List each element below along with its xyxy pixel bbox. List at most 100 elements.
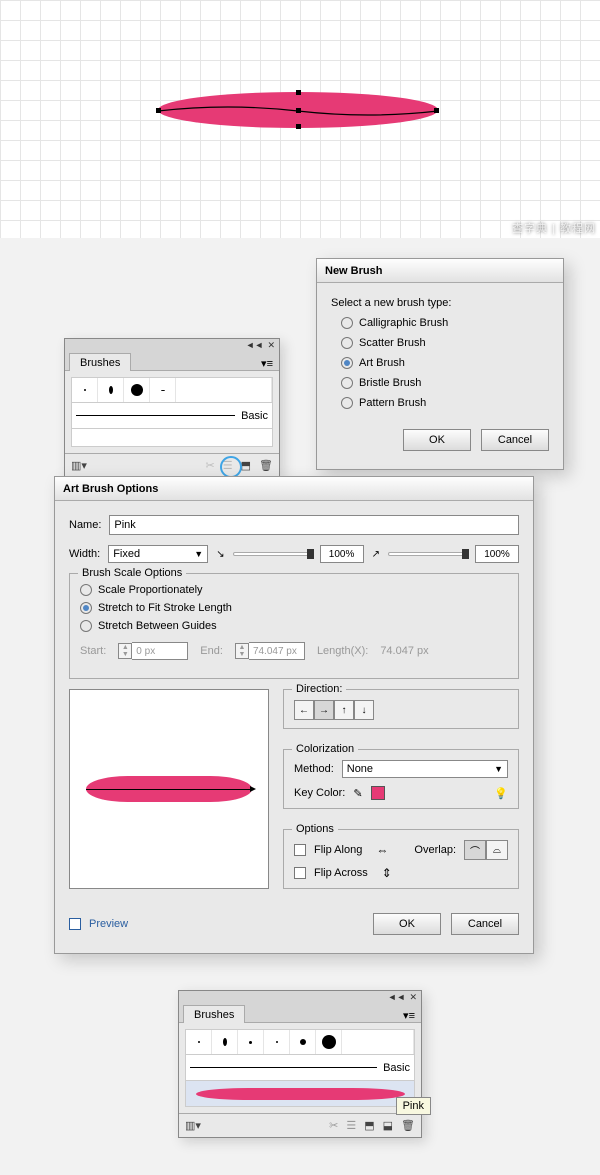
lock-icon-left[interactable]: ↘ (216, 549, 224, 560)
anchor-right[interactable] (434, 108, 439, 113)
dialog-title-text: Art Brush Options (63, 483, 158, 495)
radio-label: Pattern Brush (359, 397, 426, 409)
radio-bristle[interactable]: Bristle Brush (341, 377, 549, 389)
new-brush2-icon[interactable]: ⬓ (383, 1119, 393, 1132)
lightbulb-icon[interactable]: 💡 (494, 787, 508, 800)
close-icon[interactable]: ✕ (409, 992, 417, 1003)
direction-up-button[interactable]: ↑ (334, 700, 354, 720)
basic-label: Basic (383, 1062, 410, 1074)
radio-art[interactable]: Art Brush (341, 357, 549, 369)
pink-brush-row[interactable] (185, 1081, 415, 1107)
tab-label: Brushes (80, 357, 120, 369)
delete-icon[interactable]: 🗑 (259, 459, 273, 472)
chevron-down-icon: ▼ (494, 764, 503, 774)
length-label: Length(X): (317, 645, 368, 657)
colorization-legend: Colorization (292, 743, 358, 755)
radio-icon (341, 317, 353, 329)
new-brush-prompt: Select a new brush type: (331, 297, 549, 309)
art-brush-cancel-button[interactable]: Cancel (451, 913, 519, 935)
width-select-value: Fixed (113, 548, 140, 560)
brushes-panel-result: ◄◄ ✕ Brushes ▾≡ Basic ▥▾ ✂ (178, 990, 422, 1138)
new-brush-icon[interactable]: ⬒ (364, 1119, 374, 1132)
anchor-bottom[interactable] (296, 124, 301, 129)
preview-label: Preview (89, 918, 128, 930)
overlap-mode-b-button[interactable]: ⌓ (486, 840, 508, 860)
radio-scatter[interactable]: Scatter Brush (341, 337, 549, 349)
close-icon[interactable]: ✕ (267, 340, 275, 351)
radio-label: Art Brush (359, 357, 405, 369)
panel-menu-icon[interactable]: ▾≡ (261, 357, 273, 370)
direction-legend: Direction: (292, 683, 346, 695)
width-slider-left[interactable] (233, 552, 312, 556)
collapse-icon[interactable]: ◄◄ (388, 992, 406, 1002)
method-select[interactable]: None ▼ (342, 760, 508, 778)
brush-swatch-row[interactable] (185, 1029, 415, 1055)
basic-brush-row[interactable]: Basic (185, 1055, 415, 1081)
basic-brush-row[interactable]: Basic (71, 403, 273, 429)
document-canvas[interactable] (0, 0, 600, 238)
button-label: Cancel (498, 434, 532, 446)
new-brush-dialog: New Brush Select a new brush type: Calli… (316, 258, 564, 470)
direction-left-button[interactable]: ← (294, 700, 314, 720)
cut-icon[interactable]: ✂ (206, 459, 215, 472)
radio-stretch-guides[interactable]: Stretch Between Guides (80, 620, 508, 632)
radio-pattern[interactable]: Pattern Brush (341, 397, 549, 409)
brush-scale-fieldset: Brush Scale Options Scale Proportionatel… (69, 573, 519, 679)
brushes-tab[interactable]: Brushes (69, 353, 131, 371)
new-brush-title: New Brush (317, 259, 563, 283)
eyedropper-icon[interactable]: ✎ (353, 787, 362, 800)
delete-icon[interactable]: 🗑 (401, 1119, 415, 1132)
width-percent-right[interactable]: 100% (475, 545, 519, 563)
width-select[interactable]: Fixed ▼ (108, 545, 208, 563)
cut-icon[interactable]: ✂ (329, 1119, 338, 1132)
radio-stretch-fit[interactable]: Stretch to Fit Stroke Length (80, 602, 508, 614)
anchor-center[interactable] (296, 108, 301, 113)
panel-menu-icon[interactable]: ▾≡ (403, 1009, 415, 1022)
art-brush-ok-button[interactable]: OK (373, 913, 441, 935)
watermark: 查字典 | 教程网 (512, 220, 596, 236)
options-icon[interactable]: ☰ (346, 1119, 356, 1132)
flip-along-checkbox[interactable] (294, 844, 306, 856)
end-spinner: ▲▼ 74.047 px (235, 642, 305, 660)
options-icon[interactable]: ☰ (223, 459, 233, 472)
brush-swatch-row[interactable] (71, 377, 273, 403)
start-spinner: ▲▼ 0 px (118, 642, 188, 660)
key-color-swatch[interactable] (371, 786, 385, 800)
overlap-mode-a-button[interactable]: ⌒ (464, 840, 486, 860)
flip-across-icon: ⇕ (382, 866, 392, 880)
flip-across-checkbox[interactable] (294, 867, 306, 879)
method-value: None (347, 763, 373, 775)
new-brush-cancel-button[interactable]: Cancel (481, 429, 549, 451)
new-brush-ok-button[interactable]: OK (403, 429, 471, 451)
pink-tooltip: Pink (396, 1097, 431, 1115)
lock-icon-right[interactable]: ↗ (372, 549, 380, 560)
start-label: Start: (80, 645, 106, 657)
tooltip-text: Pink (403, 1100, 424, 1112)
flip-along-icon: ⇔ (376, 843, 388, 857)
anchor-left[interactable] (156, 108, 161, 113)
chevron-down-icon: ▼ (194, 549, 203, 559)
radio-label: Calligraphic Brush (359, 317, 448, 329)
width-slider-right[interactable] (388, 552, 467, 556)
radio-scale-proportionately[interactable]: Scale Proportionately (80, 584, 508, 596)
radio-calligraphic[interactable]: Calligraphic Brush (341, 317, 549, 329)
preview-checkbox[interactable] (69, 918, 81, 930)
direction-down-button[interactable]: ↓ (354, 700, 374, 720)
direction-right-button[interactable]: → (314, 700, 334, 720)
pink-brush-preview (196, 1088, 405, 1100)
key-color-label: Key Color: (294, 787, 345, 799)
art-brush-options-titlebar: Art Brush Options (55, 477, 533, 501)
name-label: Name: (69, 519, 101, 531)
width-percent-left[interactable]: 100% (320, 545, 364, 563)
library-icon[interactable]: ▥▾ (71, 459, 87, 472)
radio-icon (341, 357, 353, 369)
anchor-top[interactable] (296, 90, 301, 95)
library-icon[interactable]: ▥▾ (185, 1119, 201, 1132)
dialog-title-text: New Brush (325, 265, 382, 277)
new-brush-icon[interactable]: ⬒ (241, 459, 251, 472)
length-value: 74.047 px (380, 645, 428, 657)
basic-label: Basic (241, 410, 268, 422)
name-input[interactable]: Pink (109, 515, 519, 535)
brushes-tab[interactable]: Brushes (183, 1005, 245, 1023)
collapse-icon[interactable]: ◄◄ (246, 340, 264, 350)
